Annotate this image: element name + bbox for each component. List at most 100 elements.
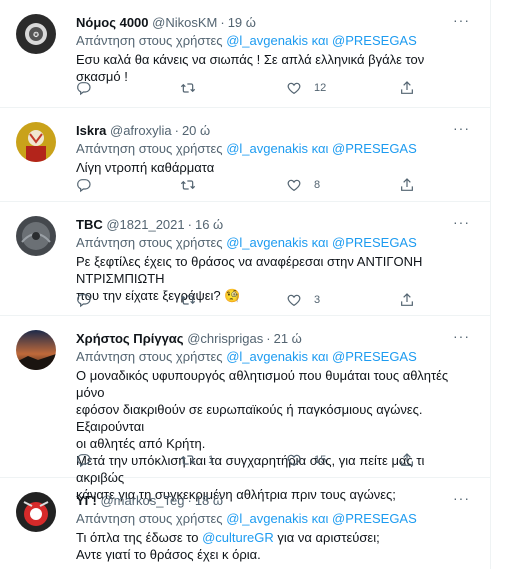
share-button[interactable] (399, 450, 415, 470)
share-icon (399, 292, 415, 308)
tweet-actions: 8 (76, 175, 406, 195)
avatar[interactable] (16, 330, 56, 370)
author-handle[interactable]: @markos_Teg (100, 493, 184, 508)
avatar[interactable] (16, 216, 56, 256)
tweet-text-segment: Τι όπλα της έδωσε το (76, 530, 203, 545)
mention-link[interactable]: @PRESEGAS (332, 141, 417, 156)
tweet[interactable]: Iskra @afroxylia · 20 ώ ··· Απάντηση στους… (0, 108, 490, 202)
reply-context: Απάντηση στους χρήστες @l_avgenakis και … (76, 348, 470, 365)
mention-link[interactable]: @l_avgenakis (226, 349, 308, 364)
tweet-actions: 1 15 (76, 450, 406, 470)
svg-text:✪: ✪ (33, 31, 39, 39)
mention-link[interactable]: @l_avgenakis (226, 235, 308, 250)
tweet-line: Τι όπλα της έδωσε το @cultureGR για να α… (76, 529, 470, 546)
share-icon (399, 80, 415, 96)
tweet[interactable]: Χρήστος Πρίγγας @chrisprigas · 21 ώ ··· Απ… (0, 316, 490, 502)
tweet-text: Λίγη ντροπή καθάρματα (76, 159, 470, 176)
more-icon[interactable]: ··· (453, 120, 470, 136)
reply-icon (76, 452, 92, 468)
avatar[interactable]: ✪ (16, 14, 56, 54)
reply-context: Απάντηση στους χρήστες @l_avgenakis και … (76, 234, 470, 251)
tweet[interactable]: ΥΓ! @markos_Teg · 18 ώ ··· Απάντηση στους … (0, 478, 490, 569)
author-handle[interactable]: @NikosKM (152, 15, 217, 30)
share-icon (399, 177, 415, 193)
author-name[interactable]: ΥΓ! (76, 493, 97, 508)
like-count: 8 (314, 179, 321, 191)
reply-prefix: Απάντηση στους χρήστες (76, 349, 223, 364)
reply-and: και (311, 141, 329, 156)
tweet-time[interactable]: 21 ώ (274, 331, 302, 346)
tweet-time[interactable]: 19 ώ (228, 15, 256, 30)
reply-icon (76, 292, 92, 308)
reply-prefix: Απάντηση στους χρήστες (76, 141, 223, 156)
like-count: 12 (314, 82, 327, 94)
share-button[interactable] (399, 290, 415, 310)
like-button[interactable]: 15 (286, 450, 326, 470)
reply-icon (76, 80, 92, 96)
mention-link[interactable]: @PRESEGAS (332, 33, 417, 48)
retweet-button[interactable]: 1 (180, 450, 214, 470)
author-handle[interactable]: @afroxylia (110, 123, 172, 138)
author-handle[interactable]: @chrisprigas (187, 331, 263, 346)
more-icon[interactable]: ··· (453, 214, 470, 230)
like-button[interactable]: 8 (286, 175, 320, 195)
author-name[interactable]: Νόμος 4000 (76, 15, 149, 30)
reply-and: και (311, 33, 329, 48)
more-icon[interactable]: ··· (453, 490, 470, 506)
retweet-icon (180, 177, 196, 193)
retweet-icon (180, 80, 196, 96)
heart-icon (286, 452, 302, 468)
retweet-count: 1 (208, 454, 215, 466)
tweet[interactable]: TBC @1821_2021 · 16 ώ ··· Απάντηση στους χ… (0, 202, 490, 316)
more-icon[interactable]: ··· (453, 12, 470, 28)
reply-button[interactable] (76, 175, 92, 195)
tweet-actions: 12 (76, 78, 406, 98)
reply-button[interactable] (76, 450, 92, 470)
mention-link[interactable]: @l_avgenakis (226, 511, 308, 526)
mention-link[interactable]: @l_avgenakis (226, 33, 308, 48)
like-button[interactable]: 12 (286, 78, 326, 98)
avatar[interactable] (16, 122, 56, 162)
tweet-line: Ο μοναδικός υφυπουργός αθλητισμού που θυ… (76, 368, 449, 400)
like-button[interactable]: 3 (286, 290, 320, 310)
author-name[interactable]: TBC (76, 217, 103, 232)
heart-icon (286, 80, 302, 96)
reply-and: και (311, 349, 329, 364)
retweet-button[interactable] (180, 78, 208, 98)
share-button[interactable] (399, 78, 415, 98)
reply-prefix: Απάντηση στους χρήστες (76, 235, 223, 250)
tweet-line: Ρε ξεφτίλες έχεις το θράσος να αναφέρεσα… (76, 254, 423, 286)
more-icon[interactable]: ··· (453, 328, 470, 344)
retweet-icon (180, 292, 196, 308)
reply-context: Απάντηση στους χρήστες @l_avgenakis και … (76, 510, 470, 527)
retweet-button[interactable] (180, 175, 208, 195)
mention-link[interactable]: @PRESEGAS (332, 511, 417, 526)
mention-link[interactable]: @l_avgenakis (226, 141, 308, 156)
tweet[interactable]: ✪ Νόμος 4000 @NikosKM · 19 ώ ··· Απάντηση … (0, 0, 490, 108)
tweet-time[interactable]: 16 ώ (195, 217, 223, 232)
heart-icon (286, 177, 302, 193)
tweet-time[interactable]: 18 ώ (195, 493, 223, 508)
tweet-line: εφόσον διακριθούν σε ευρωπαϊκούς ή παγκό… (76, 402, 423, 434)
reply-context: Απάντηση στους χρήστες @l_avgenakis και … (76, 32, 470, 49)
tweet-text: Τι όπλα της έδωσε το @cultureGR για να α… (76, 529, 470, 563)
retweet-button[interactable] (180, 290, 208, 310)
author-name[interactable]: Χρήστος Πρίγγας (76, 331, 184, 346)
reply-prefix: Απάντηση στους χρήστες (76, 33, 223, 48)
mention-link[interactable]: @cultureGR (202, 530, 274, 545)
reply-thread: ✪ Νόμος 4000 @NikosKM · 19 ώ ··· Απάντηση … (0, 0, 491, 569)
author-handle[interactable]: @1821_2021 (106, 217, 184, 232)
mention-link[interactable]: @PRESEGAS (332, 349, 417, 364)
share-icon (399, 452, 415, 468)
tweet-time[interactable]: 20 ώ (182, 123, 210, 138)
author-name[interactable]: Iskra (76, 123, 106, 138)
retweet-icon (180, 452, 196, 468)
mention-link[interactable]: @PRESEGAS (332, 235, 417, 250)
reply-and: και (311, 235, 329, 250)
tweet-text-segment: για να αριστεύσει; (273, 530, 380, 545)
reply-prefix: Απάντηση στους χρήστες (76, 511, 223, 526)
reply-button[interactable] (76, 290, 92, 310)
avatar[interactable] (16, 492, 56, 532)
share-button[interactable] (399, 175, 415, 195)
reply-button[interactable] (76, 78, 92, 98)
